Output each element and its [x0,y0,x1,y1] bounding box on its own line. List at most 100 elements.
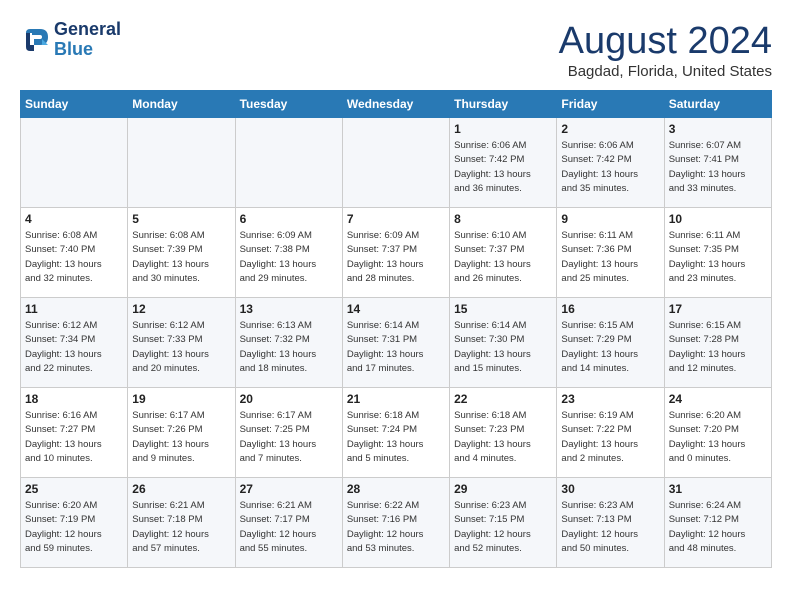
day-info: Sunrise: 6:17 AMSunset: 7:26 PMDaylight:… [132,409,230,466]
day-info: Sunrise: 6:09 AMSunset: 7:38 PMDaylight:… [240,229,338,286]
calendar-cell: 5Sunrise: 6:08 AMSunset: 7:39 PMDaylight… [128,208,235,298]
day-info: Sunrise: 6:21 AMSunset: 7:18 PMDaylight:… [132,499,230,556]
calendar-cell: 26 Sunrise: 6:21 AMSunset: 7:18 PMDayligh… [128,478,235,568]
calendar-cell: 11 Sunrise: 6:12 AMSunset: 7:34 PMDayligh… [21,298,128,388]
calendar-cell: 28 Sunrise: 6:22 AMSunset: 7:16 PMDayligh… [342,478,449,568]
day-info: Sunrise: 6:23 AMSunset: 7:15 PMDaylight:… [454,499,552,556]
day-number: 14 [347,302,445,316]
calendar-cell: 3 Sunrise: 6:07 AMSunset: 7:41 PMDaylight… [664,118,771,208]
day-number: 18 [25,392,123,406]
calendar-week-5: 25 Sunrise: 6:20 AMSunset: 7:19 PMDayligh… [21,478,772,568]
day-info: Sunrise: 6:18 AMSunset: 7:23 PMDaylight:… [454,409,552,466]
day-info: Sunrise: 6:16 AMSunset: 7:27 PMDaylight:… [25,409,123,466]
calendar-cell [342,118,449,208]
day-number: 3 [669,122,767,136]
calendar-cell: 30Sunrise: 6:23 AMSunset: 7:13 PMDayligh… [557,478,664,568]
day-info: Sunrise: 6:21 AMSunset: 7:17 PMDaylight:… [240,499,338,556]
calendar-week-2: 4 Sunrise: 6:08 AMSunset: 7:40 PMDaylight… [21,208,772,298]
title-block: August 2024 Bagdad, Florida, United Stat… [559,20,772,80]
calendar-cell: 6 Sunrise: 6:09 AMSunset: 7:38 PMDaylight… [235,208,342,298]
calendar-cell: 27Sunrise: 6:21 AMSunset: 7:17 PMDayligh… [235,478,342,568]
day-info: Sunrise: 6:20 AMSunset: 7:20 PMDaylight:… [669,409,767,466]
calendar-cell: 16 Sunrise: 6:15 AMSunset: 7:29 PMDayligh… [557,298,664,388]
day-number: 2 [561,122,659,136]
weekday-header-thursday: Thursday [450,91,557,118]
day-number: 9 [561,212,659,226]
weekday-row: SundayMondayTuesdayWednesdayThursdayFrid… [21,91,772,118]
calendar-header: SundayMondayTuesdayWednesdayThursdayFrid… [21,91,772,118]
day-info: Sunrise: 6:24 AMSunset: 7:12 PMDaylight:… [669,499,767,556]
calendar-cell [21,118,128,208]
calendar-cell: 12Sunrise: 6:12 AMSunset: 7:33 PMDayligh… [128,298,235,388]
calendar-cell: 21Sunrise: 6:18 AMSunset: 7:24 PMDayligh… [342,388,449,478]
calendar-cell: 2 Sunrise: 6:06 AMSunset: 7:42 PMDaylight… [557,118,664,208]
day-info: Sunrise: 6:14 AMSunset: 7:30 PMDaylight:… [454,319,552,376]
day-info: Sunrise: 6:18 AMSunset: 7:24 PMDaylight:… [347,409,445,466]
month-title: August 2024 [559,20,772,63]
calendar-cell: 19Sunrise: 6:17 AMSunset: 7:26 PMDayligh… [128,388,235,478]
day-number: 26 [132,482,230,496]
calendar-cell: 15 Sunrise: 6:14 AMSunset: 7:30 PMDayligh… [450,298,557,388]
calendar-cell: 25 Sunrise: 6:20 AMSunset: 7:19 PMDayligh… [21,478,128,568]
day-info: Sunrise: 6:13 AMSunset: 7:32 PMDaylight:… [240,319,338,376]
day-number: 23 [561,392,659,406]
calendar-cell: 13Sunrise: 6:13 AMSunset: 7:32 PMDayligh… [235,298,342,388]
logo-text: General Blue [54,20,121,60]
calendar-cell: 7Sunrise: 6:09 AMSunset: 7:37 PMDaylight… [342,208,449,298]
page-header: General Blue August 2024 Bagdad, Florida… [20,20,772,80]
day-number: 4 [25,212,123,226]
day-info: Sunrise: 6:08 AMSunset: 7:40 PMDaylight:… [25,229,123,286]
day-number: 30 [561,482,659,496]
day-info: Sunrise: 6:07 AMSunset: 7:41 PMDaylight:… [669,139,767,196]
day-info: Sunrise: 6:11 AMSunset: 7:35 PMDaylight:… [669,229,767,286]
calendar-cell: 31 Sunrise: 6:24 AMSunset: 7:12 PMDayligh… [664,478,771,568]
day-number: 29 [454,482,552,496]
day-info: Sunrise: 6:14 AMSunset: 7:31 PMDaylight:… [347,319,445,376]
day-number: 31 [669,482,767,496]
day-info: Sunrise: 6:06 AMSunset: 7:42 PMDaylight:… [454,139,552,196]
calendar-cell: 24Sunrise: 6:20 AMSunset: 7:20 PMDayligh… [664,388,771,478]
logo-icon [20,25,50,55]
day-number: 16 [561,302,659,316]
calendar-cell: 4 Sunrise: 6:08 AMSunset: 7:40 PMDaylight… [21,208,128,298]
calendar-cell [235,118,342,208]
day-info: Sunrise: 6:15 AMSunset: 7:29 PMDaylight:… [561,319,659,376]
day-number: 11 [25,302,123,316]
calendar-cell [128,118,235,208]
day-info: Sunrise: 6:20 AMSunset: 7:19 PMDaylight:… [25,499,123,556]
calendar-cell: 1 Sunrise: 6:06 AMSunset: 7:42 PMDaylight… [450,118,557,208]
calendar-cell: 17Sunrise: 6:15 AMSunset: 7:28 PMDayligh… [664,298,771,388]
day-info: Sunrise: 6:12 AMSunset: 7:34 PMDaylight:… [25,319,123,376]
weekday-header-friday: Friday [557,91,664,118]
calendar-week-1: 1 Sunrise: 6:06 AMSunset: 7:42 PMDaylight… [21,118,772,208]
day-number: 8 [454,212,552,226]
day-number: 20 [240,392,338,406]
day-number: 12 [132,302,230,316]
day-number: 28 [347,482,445,496]
calendar-cell: 18 Sunrise: 6:16 AMSunset: 7:27 PMDayligh… [21,388,128,478]
day-info: Sunrise: 6:10 AMSunset: 7:37 PMDaylight:… [454,229,552,286]
day-number: 22 [454,392,552,406]
calendar-cell: 22 Sunrise: 6:18 AMSunset: 7:23 PMDayligh… [450,388,557,478]
weekday-header-tuesday: Tuesday [235,91,342,118]
day-info: Sunrise: 6:06 AMSunset: 7:42 PMDaylight:… [561,139,659,196]
day-number: 5 [132,212,230,226]
logo-blue: Blue [54,39,93,59]
day-number: 6 [240,212,338,226]
calendar-cell: 23Sunrise: 6:19 AMSunset: 7:22 PMDayligh… [557,388,664,478]
day-info: Sunrise: 6:22 AMSunset: 7:16 PMDaylight:… [347,499,445,556]
weekday-header-wednesday: Wednesday [342,91,449,118]
location: Bagdad, Florida, United States [559,63,772,80]
calendar-cell: 9Sunrise: 6:11 AMSunset: 7:36 PMDaylight… [557,208,664,298]
day-info: Sunrise: 6:09 AMSunset: 7:37 PMDaylight:… [347,229,445,286]
day-number: 15 [454,302,552,316]
day-number: 17 [669,302,767,316]
day-number: 25 [25,482,123,496]
day-number: 1 [454,122,552,136]
day-info: Sunrise: 6:17 AMSunset: 7:25 PMDaylight:… [240,409,338,466]
weekday-header-monday: Monday [128,91,235,118]
weekday-header-sunday: Sunday [21,91,128,118]
calendar-cell: 20 Sunrise: 6:17 AMSunset: 7:25 PMDayligh… [235,388,342,478]
calendar-body: 1 Sunrise: 6:06 AMSunset: 7:42 PMDaylight… [21,118,772,568]
calendar-table: SundayMondayTuesdayWednesdayThursdayFrid… [20,90,772,568]
